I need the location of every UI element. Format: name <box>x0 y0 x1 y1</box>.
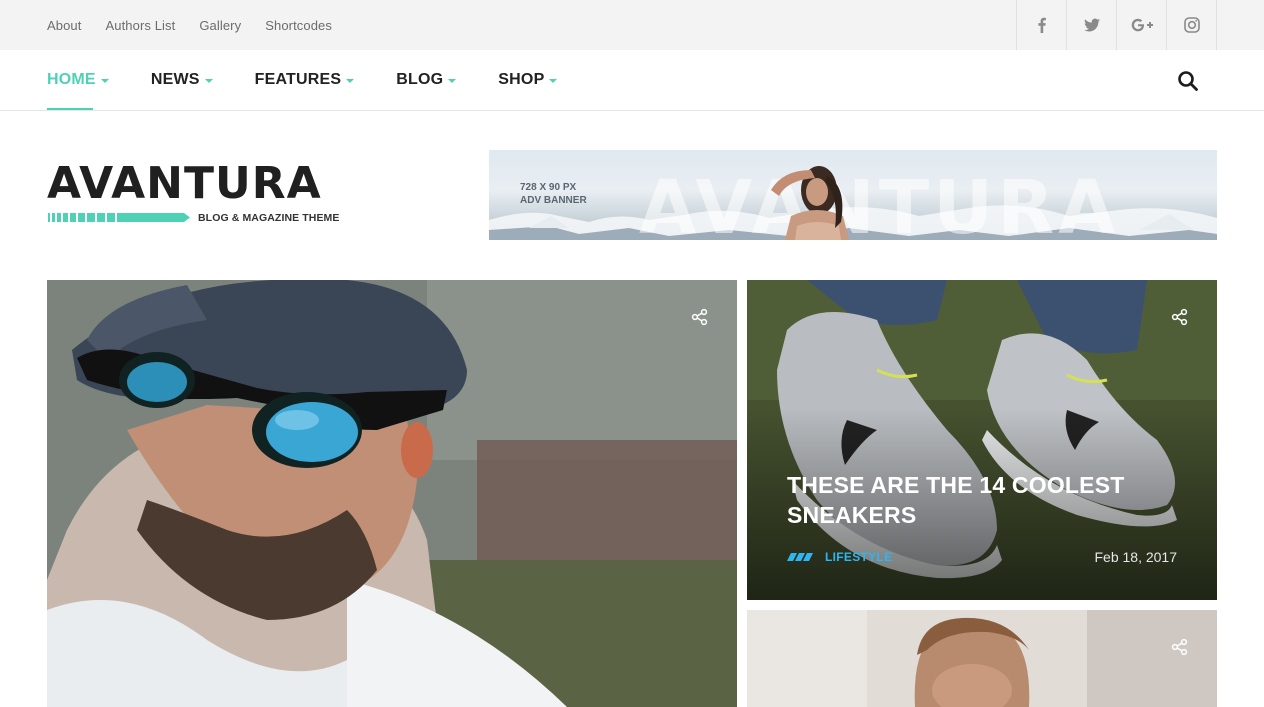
post-image-portrait <box>747 610 1217 707</box>
post-card-sneakers[interactable]: THESE ARE THE 14 COOLEST SNEAKERS LIFEST… <box>747 280 1217 600</box>
nav-item-news[interactable]: NEWS <box>151 50 213 110</box>
top-links: About Authors List Gallery Shortcodes <box>47 0 356 50</box>
nav-items: HOME NEWS FEATURES BLOG SHOP <box>47 50 599 110</box>
post-date: Feb 18, 2017 <box>1094 549 1177 565</box>
caret-down-icon <box>100 78 109 83</box>
logo-tagline: BLOG & MAGAZINE THEME <box>198 212 340 224</box>
nav-item-label: BLOG <box>396 71 444 88</box>
category-stripes-icon <box>787 553 813 561</box>
nav-item-label: FEATURES <box>254 71 342 88</box>
caret-down-icon <box>448 78 457 83</box>
nav-item-features[interactable]: FEATURES <box>255 50 355 110</box>
top-link-about[interactable]: About <box>47 18 81 33</box>
site-logo[interactable]: AVANTURA BLOG & MAGAZINE THEME <box>47 158 339 224</box>
nav-item-label: HOME <box>47 71 96 88</box>
nav-item-label: SHOP <box>498 71 545 88</box>
post-title[interactable]: THESE ARE THE 14 COOLEST SNEAKERS <box>787 470 1147 530</box>
share-icon[interactable] <box>691 308 709 326</box>
nav-item-label: NEWS <box>150 71 200 88</box>
top-bar: About Authors List Gallery Shortcodes <box>0 0 1264 50</box>
logo-name: AVANTURA <box>47 158 322 209</box>
post-card-second[interactable] <box>747 610 1217 707</box>
banner-label: 728 X 90 PX ADV BANNER <box>520 181 587 207</box>
post-category[interactable]: LIFESTYLE <box>787 550 892 564</box>
nav-item-blog[interactable]: BLOG <box>396 50 457 110</box>
share-icon[interactable] <box>1171 308 1189 326</box>
nav-item-shop[interactable]: SHOP <box>498 50 558 110</box>
instagram-icon[interactable] <box>1167 0 1217 50</box>
social-links <box>1016 0 1217 50</box>
facebook-icon[interactable] <box>1017 0 1067 50</box>
top-link-gallery[interactable]: Gallery <box>199 18 241 33</box>
share-icon[interactable] <box>1171 638 1189 656</box>
featured-post-image <box>47 280 737 707</box>
featured-post-card[interactable] <box>47 280 737 707</box>
logo-bar-graphic <box>48 213 190 222</box>
post-category-label: LIFESTYLE <box>825 550 893 564</box>
twitter-icon[interactable] <box>1067 0 1117 50</box>
nav-item-home[interactable]: HOME <box>47 50 109 110</box>
search-icon[interactable] <box>1176 69 1200 93</box>
caret-down-icon <box>549 78 558 83</box>
banner-size-text: 728 X 90 PX <box>520 182 577 193</box>
banner-adv-text: ADV BANNER <box>520 195 587 206</box>
top-link-shortcodes[interactable]: Shortcodes <box>265 18 332 33</box>
google-plus-icon[interactable] <box>1117 0 1167 50</box>
adv-banner[interactable]: AVANTURA 728 X 90 PX ADV BANNER <box>489 150 1217 240</box>
caret-down-icon <box>346 78 355 83</box>
caret-down-icon <box>204 78 213 83</box>
main-navigation: HOME NEWS FEATURES BLOG SHOP <box>0 50 1264 111</box>
active-indicator <box>47 108 93 110</box>
banner-model-image <box>771 166 849 240</box>
top-link-authors-list[interactable]: Authors List <box>105 18 175 33</box>
